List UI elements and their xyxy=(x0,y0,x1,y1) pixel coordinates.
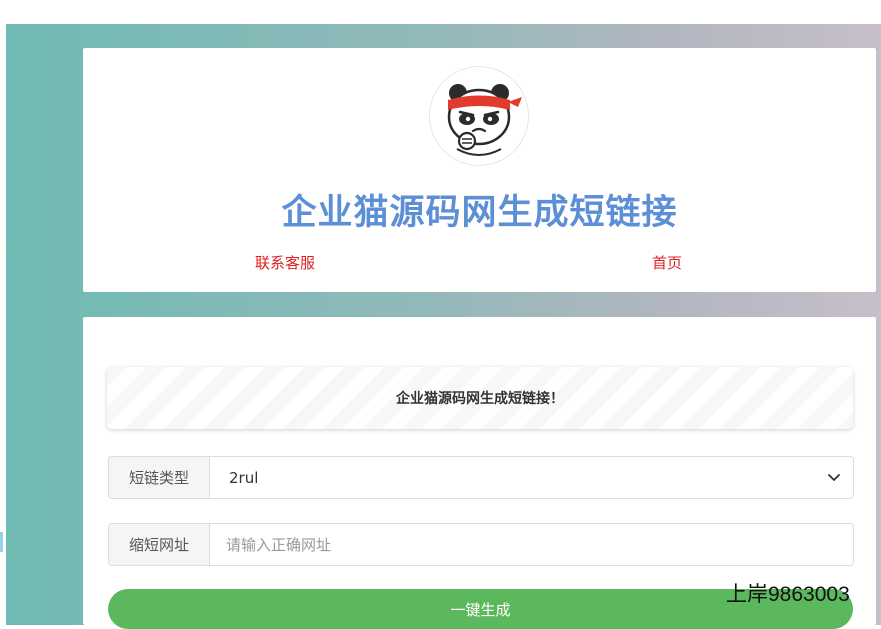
link-type-select[interactable]: 2rul xyxy=(210,457,853,498)
panda-headband-avatar-icon xyxy=(429,66,529,166)
avatar-graphic xyxy=(447,84,522,156)
url-input[interactable] xyxy=(210,524,853,565)
header-card: 企业猫源码网生成短链接 联系客服 首页 xyxy=(83,48,876,292)
chevron-down-icon xyxy=(827,471,841,485)
page-title: 企业猫源码网生成短链接 xyxy=(281,193,678,233)
link-type-group: 短链类型 2rul xyxy=(108,456,854,499)
home-link[interactable]: 首页 xyxy=(652,252,682,273)
link-type-selected-value: 2rul xyxy=(229,468,259,487)
notice-text: 企业猫源码网生成短链接！ xyxy=(396,391,564,407)
contact-support-link[interactable]: 联系客服 xyxy=(255,252,315,273)
url-label: 缩短网址 xyxy=(109,524,210,565)
edge-fragment xyxy=(0,532,3,552)
notice-banner: 企业猫源码网生成短链接！ xyxy=(107,367,853,429)
watermark-text: 上岸9863003 xyxy=(726,583,850,606)
url-input-group: 缩短网址 xyxy=(108,523,854,566)
link-type-label: 短链类型 xyxy=(109,457,210,498)
